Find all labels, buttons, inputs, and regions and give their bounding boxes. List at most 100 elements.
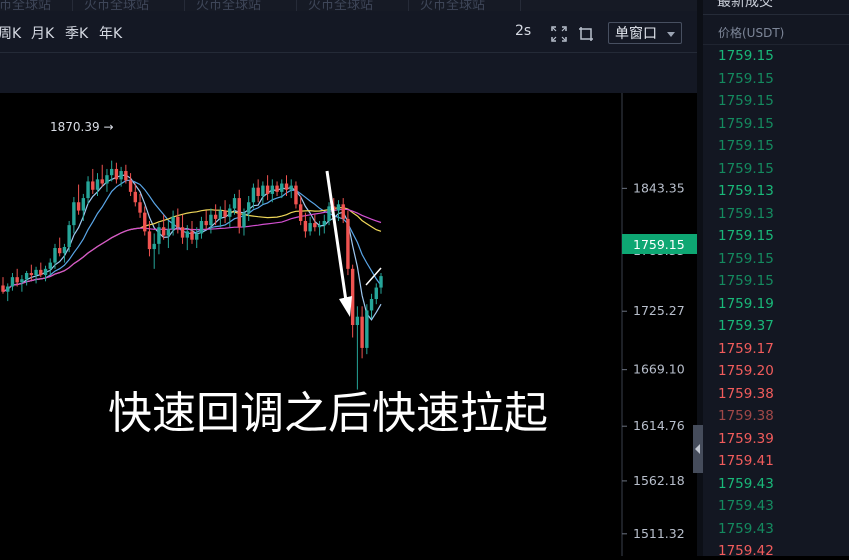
candle — [114, 162, 119, 184]
candle — [53, 243, 57, 269]
candle — [128, 173, 133, 197]
candle — [138, 193, 142, 218]
candle — [204, 210, 208, 230]
screenshot-icon[interactable] — [577, 25, 595, 43]
trade-price-row: 1759.15 — [718, 93, 774, 109]
axis-tick-label: 1725.27 — [633, 303, 685, 318]
candle — [24, 270, 29, 286]
top-tab[interactable]: 火币全球站 — [84, 0, 149, 11]
chart-canvas[interactable]: 1843.351783.331725.271669.101614.761562.… — [0, 93, 697, 556]
period-year-button[interactable]: 年K — [99, 23, 122, 43]
top-tab-strip: 火币全球站 火币全球站 火币全球站 火币全球站 火币全球站 — [0, 0, 697, 11]
trade-price-row: 1759.43 — [718, 475, 774, 492]
candle — [228, 204, 232, 228]
tab-separator — [296, 0, 297, 11]
candle — [379, 272, 383, 294]
axis-tick-label: 1511.32 — [633, 526, 685, 541]
trade-price-row: 1759.39 — [718, 430, 774, 447]
candle — [166, 220, 171, 249]
candle — [190, 220, 194, 244]
candle — [1, 277, 5, 294]
candle — [176, 208, 180, 234]
candle — [58, 237, 62, 257]
tab-separator — [520, 0, 521, 11]
candle — [199, 216, 204, 239]
svg-text:1759.15: 1759.15 — [633, 237, 685, 252]
top-tab[interactable]: 火币全球站 — [0, 0, 51, 11]
candle — [152, 233, 156, 269]
trade-price-row: 1759.15 — [718, 160, 774, 177]
trade-price-row: 1759.42 — [718, 543, 774, 556]
candle — [256, 179, 260, 203]
tab-separator — [408, 0, 409, 11]
top-tab[interactable]: 火币全球站 — [420, 0, 485, 11]
candle — [289, 179, 293, 199]
candles — [1, 160, 383, 390]
candle — [76, 184, 81, 215]
trade-price-row: 1759.41 — [718, 453, 774, 469]
trade-price-row: 1759.15 — [718, 250, 774, 267]
candle — [355, 306, 360, 390]
candle — [157, 223, 161, 255]
period-week-button[interactable]: 周K — [0, 23, 21, 43]
top-tab[interactable]: 火币全球站 — [308, 0, 373, 11]
candle — [72, 197, 76, 234]
candle — [265, 175, 270, 201]
kline-chart[interactable]: 1843.351783.331725.271669.101614.761562.… — [0, 93, 697, 556]
candle — [86, 176, 90, 205]
candle — [223, 200, 227, 224]
candle — [322, 214, 326, 234]
panel-title: 最新成交 — [717, 0, 773, 10]
candle — [360, 306, 364, 359]
chart-annotation-text: 快速回调之后快速拉起 — [108, 388, 548, 439]
top-tab[interactable]: 火币全球站 — [196, 0, 261, 11]
price-column-header: 价格(USDT) — [718, 26, 785, 40]
high-price-marker: 1870.39 → — [50, 120, 114, 134]
candle — [105, 168, 109, 192]
latest-trades-panel: 最新成交 价格(USDT) 1759.15 1759.15 1759.15 1759.… — [703, 0, 849, 556]
candle — [261, 181, 265, 205]
trade-price-row: 1759.17 — [718, 340, 774, 357]
tab-separator — [184, 0, 185, 11]
trade-price-row: 1759.15 — [718, 115, 774, 132]
candle — [237, 189, 241, 234]
window-mode-label: 单窗口 — [615, 26, 657, 42]
candle — [369, 293, 374, 319]
axis-tick-label: 1614.76 — [633, 418, 685, 433]
candle — [43, 265, 48, 282]
candle — [195, 227, 199, 249]
indicator-bar — [0, 53, 697, 93]
window-mode-select[interactable]: 单窗口 — [608, 22, 682, 44]
chart-toolbar: 周K 月K 季K 年K 2s 单窗口 — [0, 11, 697, 53]
period-quarter-button[interactable]: 季K — [65, 23, 88, 43]
fullscreen-icon[interactable] — [550, 25, 568, 43]
candle — [180, 214, 185, 244]
trade-price-row: 1759.43 — [718, 498, 774, 514]
axis-tick-label: 1562.18 — [633, 473, 685, 488]
period-month-button[interactable]: 月K — [31, 23, 54, 43]
collapse-panel-button[interactable] — [693, 425, 703, 473]
candle — [374, 283, 378, 305]
candle — [308, 216, 312, 236]
candle — [294, 181, 298, 209]
interval-button[interactable]: 2s — [515, 23, 531, 39]
chevron-down-icon — [667, 32, 675, 37]
trade-price-row: 1759.15 — [718, 70, 774, 87]
trade-price-row: 1759.15 — [718, 138, 774, 154]
tab-separator — [72, 0, 73, 11]
trade-price-row: 1759.38 — [718, 408, 774, 424]
trade-price-row: 1759.38 — [718, 385, 774, 402]
candle — [365, 304, 369, 355]
candle — [39, 262, 43, 278]
candle — [10, 272, 15, 291]
candle — [119, 166, 123, 187]
current-price-tag: 1759.15 — [622, 234, 697, 254]
trade-price-row: 1759.37 — [718, 318, 774, 334]
candle — [100, 164, 104, 187]
candle — [67, 220, 71, 253]
candle — [209, 208, 213, 234]
candle — [91, 168, 95, 194]
axis-tick-label: 1843.35 — [633, 180, 685, 195]
candle — [6, 283, 10, 302]
panel-separator — [703, 14, 849, 15]
